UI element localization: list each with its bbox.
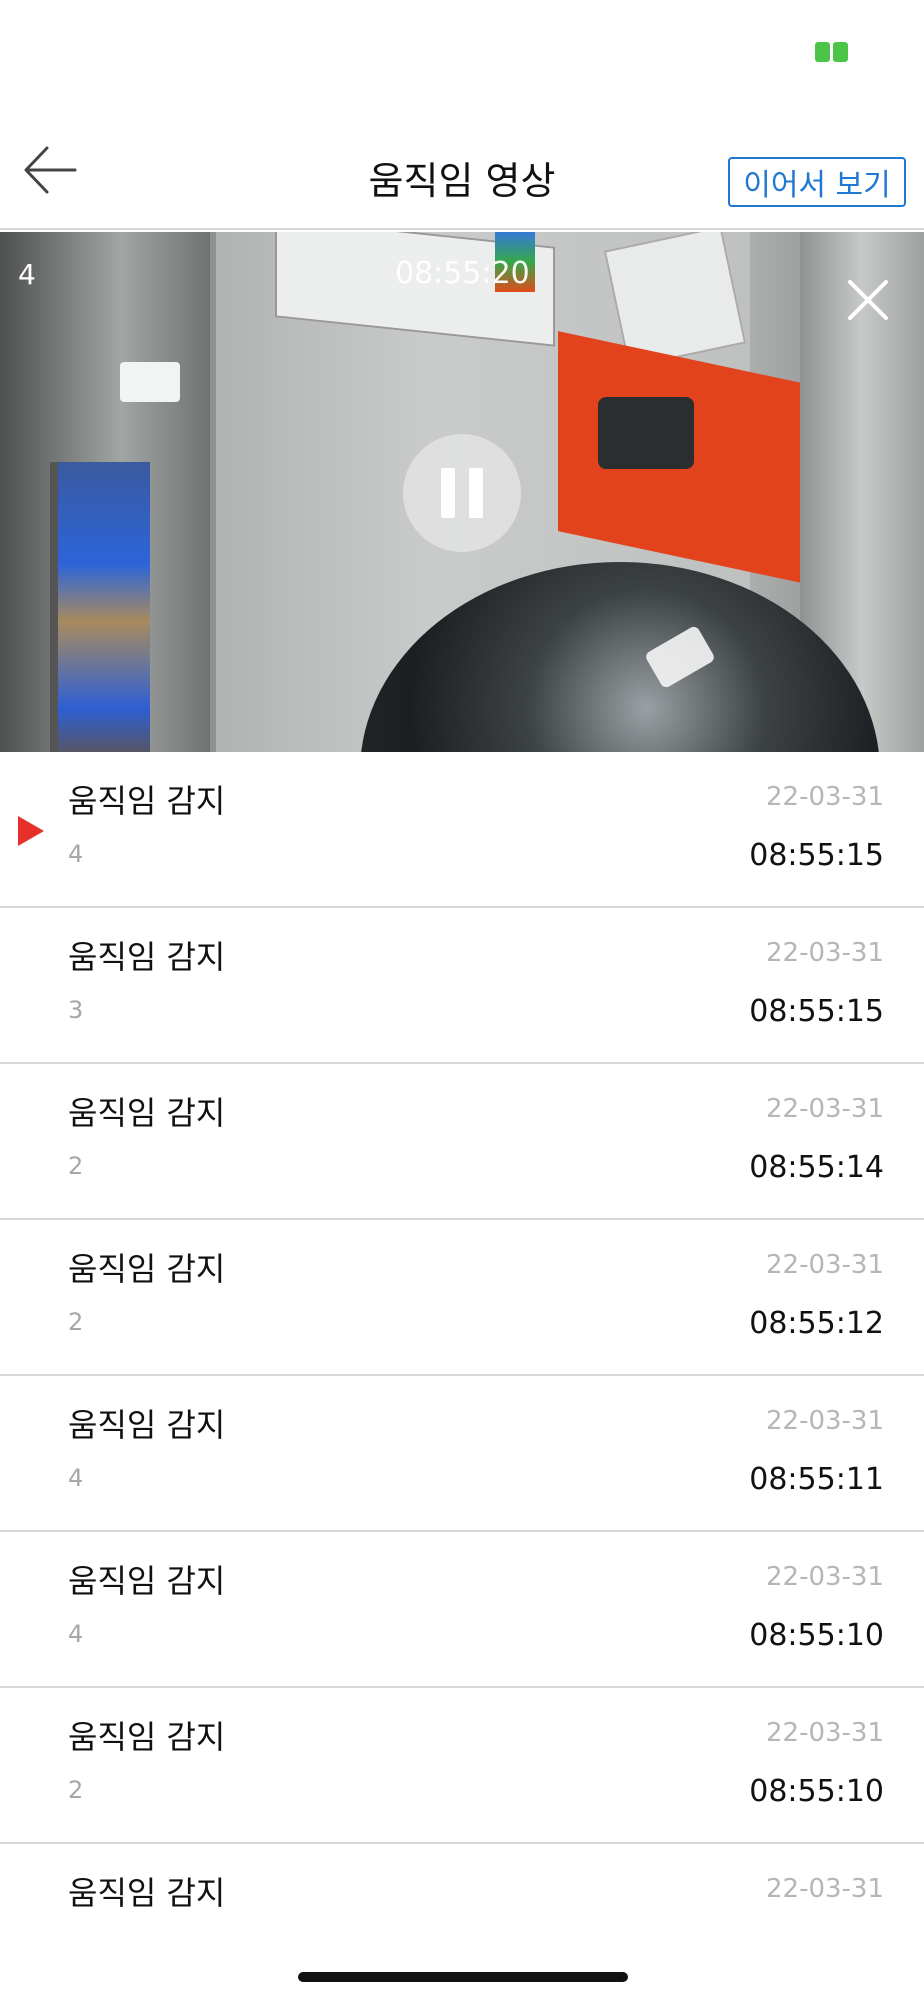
pause-icon	[441, 468, 455, 518]
status-indicator-icon	[810, 42, 852, 62]
event-date: 22-03-31	[765, 1562, 884, 1592]
event-list: 움직임 감지 4 22-03-31 08:55:15 움직임 감지 3 22-0…	[0, 752, 924, 2000]
event-channel: 4	[68, 840, 84, 868]
continue-watching-button[interactable]: 이어서 보기	[728, 157, 906, 207]
event-title: 움직임 감지	[68, 1718, 226, 1756]
event-time: 08:55:14	[749, 1150, 884, 1185]
event-date: 22-03-31	[765, 1250, 884, 1280]
pause-icon	[469, 468, 483, 518]
close-icon	[848, 280, 888, 320]
home-indicator[interactable]	[298, 1972, 628, 1982]
video-player[interactable]: 4 08:55:20	[0, 232, 924, 752]
video-shelf	[50, 462, 150, 752]
event-time: 08:55:11	[749, 1462, 884, 1497]
event-time: 08:55:10	[749, 1774, 884, 1809]
event-time: 08:55:15	[749, 994, 884, 1029]
event-date: 22-03-31	[765, 1094, 884, 1124]
event-title: 움직임 감지	[68, 1250, 226, 1288]
event-title: 움직임 감지	[68, 1406, 226, 1444]
playing-indicator-icon	[18, 816, 44, 846]
close-video-button[interactable]	[842, 274, 894, 326]
event-channel: 2	[68, 1308, 84, 1336]
screen: 움직임 영상 이어서 보기 4 08:55:20 움직임 감지 4 22-03-…	[0, 0, 924, 2000]
video-channel-label: 4	[18, 258, 36, 291]
pause-button[interactable]	[403, 434, 521, 552]
event-row[interactable]: 움직임 감지 4 22-03-31 08:55:15	[0, 752, 924, 908]
event-date: 22-03-31	[765, 1406, 884, 1436]
event-date: 22-03-31	[765, 782, 884, 812]
event-channel: 3	[68, 996, 84, 1024]
video-ceiling-light	[120, 362, 180, 402]
event-channel: 2	[68, 1152, 84, 1180]
event-channel: 2	[68, 1776, 84, 1804]
event-title: 움직임 감지	[68, 1562, 226, 1600]
event-row[interactable]: 움직임 감지 2 22-03-31 08:55:10	[0, 1688, 924, 1844]
event-date: 22-03-31	[765, 1718, 884, 1748]
video-device	[598, 397, 694, 469]
event-row[interactable]: 움직임 감지 2 22-03-31 08:55:14	[0, 1064, 924, 1220]
event-row[interactable]: 움직임 감지 2 22-03-31 08:55:12	[0, 1220, 924, 1376]
status-bar	[0, 0, 924, 110]
event-row[interactable]: 움직임 감지 4 22-03-31 08:55:10	[0, 1532, 924, 1688]
event-time: 08:55:15	[749, 838, 884, 873]
event-date: 22-03-31	[765, 938, 884, 968]
event-date: 22-03-31	[765, 1874, 884, 1904]
event-row[interactable]: 움직임 감지 4 22-03-31 08:55:11	[0, 1376, 924, 1532]
header: 움직임 영상 이어서 보기	[0, 110, 924, 230]
event-title: 움직임 감지	[68, 1094, 226, 1132]
event-time: 08:55:10	[749, 1618, 884, 1653]
event-title: 움직임 감지	[68, 782, 226, 820]
event-row[interactable]: 움직임 감지 3 22-03-31 08:55:15	[0, 908, 924, 1064]
video-timestamp: 08:55:20	[395, 256, 530, 291]
event-channel: 4	[68, 1620, 84, 1648]
event-title: 움직임 감지	[68, 1874, 226, 1912]
event-time: 08:55:12	[749, 1306, 884, 1341]
event-channel: 4	[68, 1464, 84, 1492]
event-title: 움직임 감지	[68, 938, 226, 976]
